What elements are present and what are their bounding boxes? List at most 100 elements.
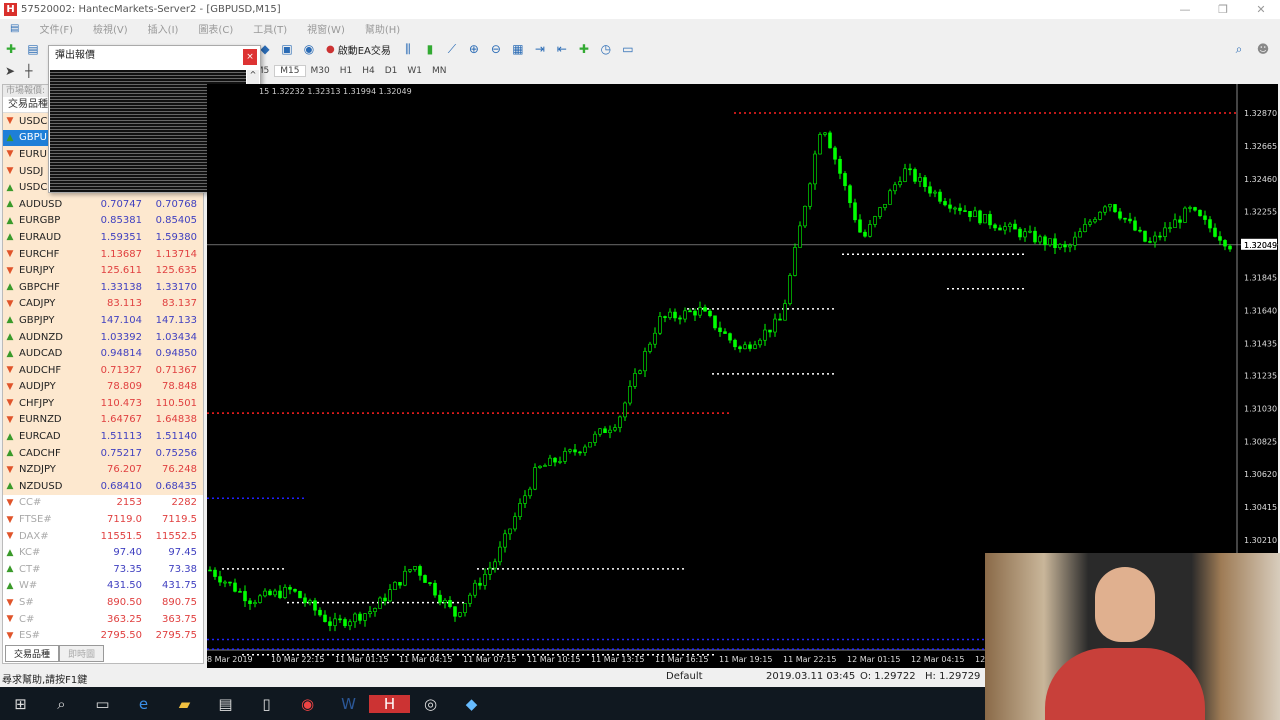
account-icon[interactable]: ☻ <box>1253 40 1273 58</box>
menu-item[interactable]: 工具(T) <box>253 21 287 36</box>
candle-body <box>483 574 487 586</box>
market-watch-row[interactable]: ▲ EURAUD 1.59351 1.59380 <box>3 229 203 246</box>
timeframe-w1[interactable]: W1 <box>402 66 427 76</box>
timeframe-d1[interactable]: D1 <box>380 66 403 76</box>
arrow-up-icon: ▲ <box>6 431 14 442</box>
market-watch-row[interactable]: ▲ W# 431.50 431.75 <box>3 578 203 595</box>
zoom-in-icon[interactable]: ⊕ <box>464 40 484 58</box>
timeframe-h4[interactable]: H4 <box>357 66 380 76</box>
tile-windows-icon[interactable]: ▦ <box>508 40 528 58</box>
market-watch-row[interactable]: ▲ AUDCAD 0.94814 0.94850 <box>3 345 203 362</box>
autotrading-button[interactable]: ● 啟動EA交易 <box>326 42 391 57</box>
bid-price: 0.94814 <box>100 348 142 360</box>
menu-item[interactable]: 幫助(H) <box>365 21 400 36</box>
market-watch-row[interactable]: ▼ EURCHF 1.13687 1.13714 <box>3 245 203 263</box>
menu-item[interactable]: 插入(I) <box>148 21 179 36</box>
candle-body <box>928 186 932 194</box>
close-window-button[interactable]: ✕ <box>1242 0 1280 19</box>
market-watch-row[interactable]: ▼ NZDJPY 76.207 76.248 <box>3 461 203 479</box>
market-watch-row[interactable]: ▼ CADJPY 83.113 83.137 <box>3 295 203 313</box>
market-watch-row[interactable]: ▼ AUDCHF 0.71327 0.71367 <box>3 361 203 379</box>
hantec-icon[interactable]: H <box>369 694 410 713</box>
timeframe-m15[interactable]: M15 <box>274 65 306 77</box>
new-chart-icon[interactable]: ✚ <box>1 40 21 58</box>
market-watch-row[interactable]: ▼ EURJPY 125.611 125.635 <box>3 262 203 279</box>
app-icon[interactable]: ◎ <box>410 695 451 713</box>
market-watch-row[interactable]: ▼ AUDJPY 78.809 78.848 <box>3 378 203 396</box>
indicators-icon[interactable]: ✚ <box>574 40 594 58</box>
menu-icon[interactable]: ▤ <box>10 23 19 34</box>
ask-price: 1.03434 <box>155 331 197 343</box>
market-watch-row[interactable]: ▲ AUDUSD 0.70747 0.70768 <box>3 195 203 213</box>
scroll-up-icon[interactable]: ^ <box>247 70 259 79</box>
file-explorer-icon[interactable]: ▰ <box>164 695 205 713</box>
candle-body <box>903 168 907 182</box>
minimize-button[interactable]: — <box>1166 0 1204 19</box>
chart-shift-icon[interactable]: ⇥ <box>530 40 550 58</box>
symbol-name: GBPJPY <box>19 314 55 326</box>
market-watch-row[interactable]: ▲ AUDNZD 1.03392 1.03434 <box>3 328 203 346</box>
symbol-name: ES# <box>19 630 41 642</box>
market-watch-row[interactable]: ▲ EURGBP 0.85381 0.85405 <box>3 212 203 230</box>
restore-button[interactable]: ❐ <box>1204 0 1242 19</box>
templates-icon[interactable]: ▭ <box>618 40 638 58</box>
candle-body <box>1083 224 1087 232</box>
edge-icon[interactable]: e <box>123 695 164 713</box>
market-watch-row[interactable]: ▼ ES# 2795.50 2795.75 <box>3 627 203 644</box>
crosshair-icon[interactable]: ┼ <box>20 64 37 78</box>
tab-symbols[interactable]: 交易品種 <box>5 645 60 662</box>
candle-body <box>1128 218 1132 222</box>
zoom-out-icon[interactable]: ⊖ <box>486 40 506 58</box>
candle-body <box>588 442 592 448</box>
candlestick-icon[interactable]: ▮ <box>420 40 440 58</box>
popup-close-button[interactable]: × <box>243 49 257 65</box>
market-watch-row[interactable]: ▼ S# 890.50 890.75 <box>3 594 203 611</box>
market-watch-row[interactable]: ▲ GBPJPY 147.104 147.133 <box>3 312 203 329</box>
bid-price: 110.473 <box>100 397 142 409</box>
market-watch-row[interactable]: ▼ CHFJPY 110.473 110.501 <box>3 395 203 412</box>
market-watch-row[interactable]: ▲ NZDUSD 0.68410 0.68435 <box>3 478 203 495</box>
menu-item[interactable]: 檢視(V) <box>93 21 128 36</box>
strategy-tester-icon[interactable]: ◉ <box>299 40 319 58</box>
chrome-icon[interactable]: ◉ <box>287 695 328 713</box>
app2-icon[interactable]: ◆ <box>451 695 492 713</box>
time-label: 11 Mar 01:15 <box>335 655 388 664</box>
profiles-icon[interactable]: ▤ <box>23 40 43 58</box>
candle-body <box>953 207 957 210</box>
market-watch-row[interactable]: ▲ CADCHF 0.75217 0.75256 <box>3 444 203 462</box>
search-taskbar-icon[interactable]: ⌕ <box>41 695 82 713</box>
market-watch-row[interactable]: ▼ EURNZD 1.64767 1.64838 <box>3 411 203 429</box>
market-watch-row[interactable]: ▼ C# 363.25 363.75 <box>3 611 203 628</box>
autoscroll-icon[interactable]: ⇤ <box>552 40 572 58</box>
candle-body <box>273 590 277 596</box>
market-watch-row[interactable]: ▲ GBPCHF 1.33138 1.33170 <box>3 278 203 296</box>
market-watch-row[interactable]: ▲ EURCAD 1.51113 1.51140 <box>3 428 203 445</box>
candle-body <box>918 177 922 182</box>
file-icon[interactable]: ▯ <box>246 695 287 713</box>
cursor-icon[interactable]: ➤ <box>0 64 20 78</box>
market-watch-row[interactable]: ▲ CT# 73.35 73.38 <box>3 561 203 578</box>
timeframe-m30[interactable]: M30 <box>306 66 335 76</box>
timeframe-mn[interactable]: MN <box>427 66 452 76</box>
candle-body <box>678 317 682 320</box>
line-chart-icon[interactable]: ⟋ <box>442 40 462 58</box>
symbol-name: AUDNZD <box>19 331 63 343</box>
arrow-up-icon: ▲ <box>6 564 14 575</box>
tab-tick-chart[interactable]: 即時圖 <box>59 645 105 662</box>
search-icon[interactable]: ⌕ <box>1229 40 1249 58</box>
market-watch-row[interactable]: ▲ KC# 97.40 97.45 <box>3 544 203 561</box>
menu-item[interactable]: 文件(F) <box>39 21 73 36</box>
store-icon[interactable]: ▤ <box>205 695 246 713</box>
word-icon[interactable]: W <box>328 695 369 713</box>
task-view-icon[interactable]: ▭ <box>82 695 123 713</box>
menu-item[interactable]: 圖表(C) <box>198 21 233 36</box>
market-watch-row[interactable]: ▼ CC# 2153 2282 <box>3 495 203 512</box>
menu-item[interactable]: 視窗(W) <box>307 21 345 36</box>
market-watch-row[interactable]: ▼ DAX# 11551.5 11552.5 <box>3 528 203 545</box>
start-icon[interactable]: ⊞ <box>0 695 41 713</box>
market-watch-row[interactable]: ▼ FTSE# 7119.0 7119.5 <box>3 511 203 528</box>
timeframe-h1[interactable]: H1 <box>335 66 358 76</box>
terminal-icon[interactable]: ▣ <box>277 40 297 58</box>
periods-icon[interactable]: ◷ <box>596 40 616 58</box>
bar-chart-icon[interactable]: ⫼ <box>398 40 418 58</box>
